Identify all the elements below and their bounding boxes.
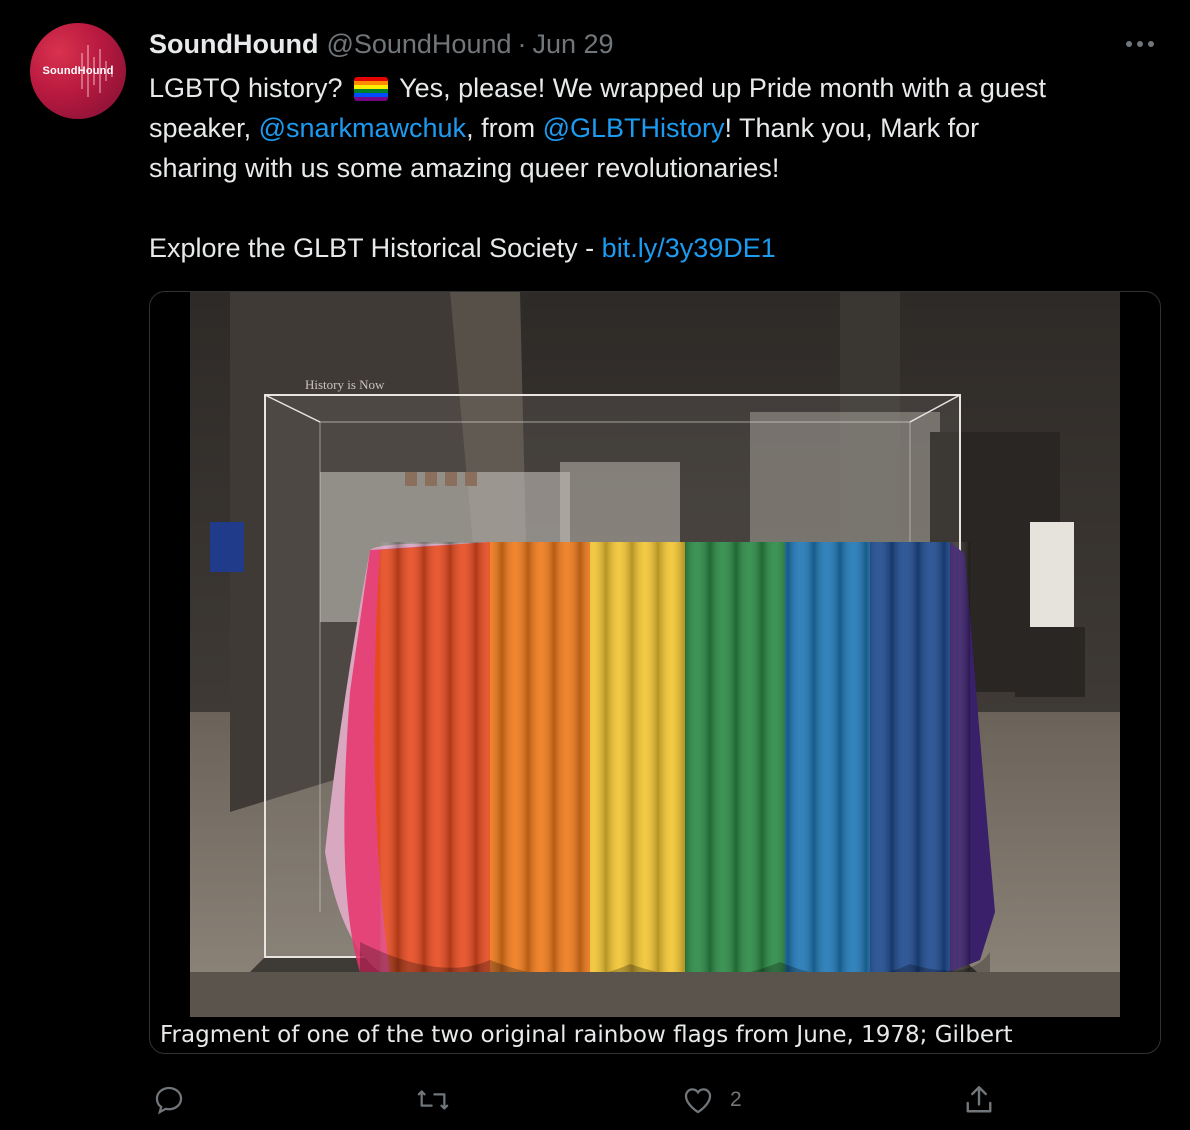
- tweet-media[interactable]: History is Now Fragment of one of the tw…: [149, 291, 1161, 1054]
- reply-icon: [155, 1086, 183, 1115]
- text-segment: sharing with us some amazing queer revol…: [149, 153, 780, 183]
- heart-icon: [684, 1088, 712, 1114]
- author-handle[interactable]: @SoundHound: [326, 29, 511, 60]
- rainbow-flag-photo: History is Now: [190, 292, 1120, 1017]
- text-segment: ! Thank you, Mark for: [724, 113, 980, 143]
- rainbow-flag-icon: [354, 77, 389, 101]
- tweet-actions: 2: [0, 1080, 1190, 1120]
- sign-text: History is Now: [305, 377, 385, 392]
- tweet-text: LGBTQ history? Yes, please! We wrapped u…: [149, 68, 1159, 268]
- retweet-button[interactable]: [414, 1080, 452, 1120]
- mention-glbthistory[interactable]: @GLBTHistory: [543, 113, 725, 143]
- author-name[interactable]: SoundHound: [149, 29, 318, 60]
- tweet-date[interactable]: Jun 29: [533, 29, 614, 60]
- like-count: 2: [730, 1088, 742, 1111]
- text-segment: Yes, please! We wrapped up Pride month w…: [399, 73, 1046, 103]
- share-button[interactable]: [961, 1080, 997, 1120]
- external-link[interactable]: bit.ly/3y39DE1: [602, 233, 776, 263]
- media-caption: Fragment of one of the two original rain…: [160, 1022, 1013, 1048]
- retweet-icon: [417, 1090, 449, 1110]
- more-options-button[interactable]: [1122, 30, 1158, 58]
- text-segment: speaker,: [149, 113, 259, 143]
- avatar[interactable]: SoundHound: [30, 23, 126, 119]
- avatar-label: SoundHound: [42, 65, 114, 77]
- text-segment: LGBTQ history?: [149, 73, 343, 103]
- separator-dot: ·: [517, 28, 527, 59]
- share-icon: [966, 1086, 992, 1113]
- reply-button[interactable]: [152, 1080, 186, 1120]
- mention-snarkmawchuk[interactable]: @snarkmawchuk: [259, 113, 466, 143]
- text-segment: , from: [466, 113, 543, 143]
- text-segment: Explore the GLBT Historical Society -: [149, 233, 602, 263]
- media-photo: History is Now: [190, 292, 1120, 1017]
- ellipsis-icon: [1126, 41, 1154, 47]
- like-button[interactable]: 2: [680, 1080, 742, 1120]
- tweet-header: SoundHound @SoundHound · Jun 29: [149, 26, 614, 62]
